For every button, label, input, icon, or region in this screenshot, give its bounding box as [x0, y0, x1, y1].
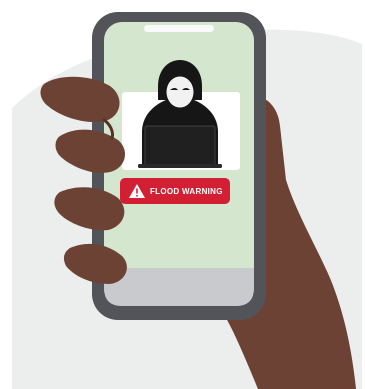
scam-alert-illustration: FLOOD WARNING [0, 0, 365, 389]
phone-speaker [144, 25, 214, 32]
flood-warning-label: FLOOD WARNING [150, 187, 223, 196]
hacker-face [166, 76, 194, 108]
warning-triangle-bar [136, 188, 138, 194]
illustration-canvas: FLOOD WARNING [12, 12, 362, 389]
laptop-base [138, 164, 222, 168]
warning-triangle-dot [136, 195, 138, 197]
laptop-icon [144, 125, 216, 167]
screen-bottom-bar [104, 268, 254, 306]
